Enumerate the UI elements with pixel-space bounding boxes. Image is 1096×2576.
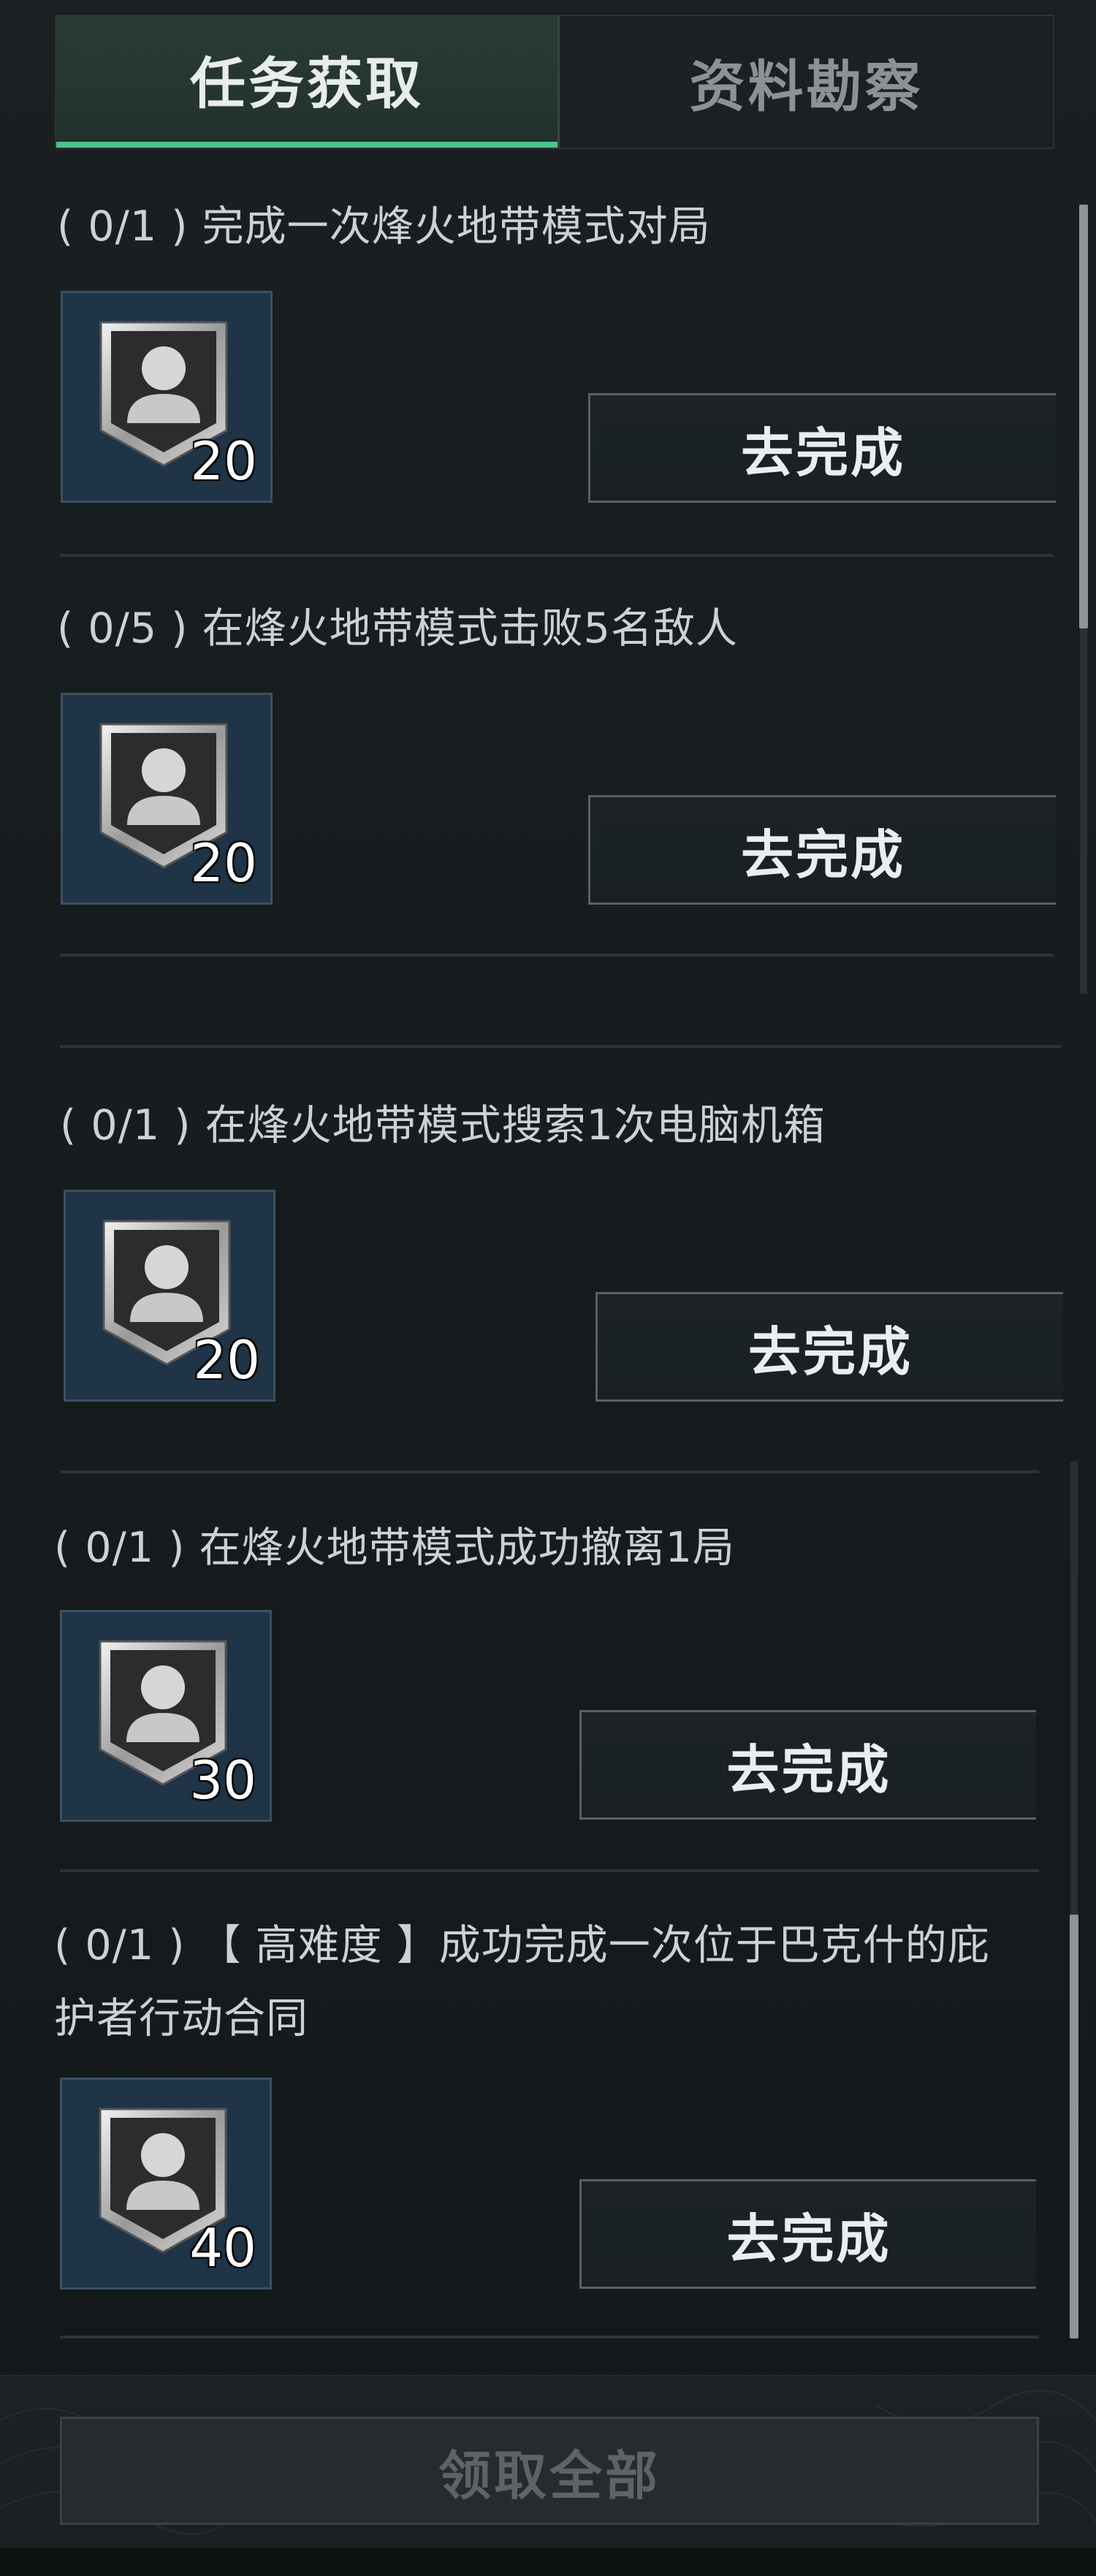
divider (60, 1045, 1061, 1048)
go-complete-button[interactable]: 去完成 (588, 393, 1056, 503)
go-complete-button[interactable]: 去完成 (579, 2179, 1036, 2289)
divider (60, 1470, 1039, 1473)
reward-item[interactable]: 40 (60, 2078, 272, 2290)
reward-item[interactable]: 20 (64, 1190, 275, 1402)
reward-count: 30 (189, 1749, 256, 1811)
reward-item[interactable]: 20 (61, 693, 273, 905)
reward-count: 20 (190, 430, 257, 492)
reward-count: 40 (189, 2217, 256, 2279)
scrollbar-thumb-lower[interactable] (1070, 1915, 1078, 2338)
tab-data-survey[interactable]: 资料勘察 (557, 16, 1053, 148)
reward-item[interactable]: 30 (60, 1610, 272, 1822)
tab-task-acquire[interactable]: 任务获取 (56, 16, 557, 148)
task-panel: 任务获取 资料勘察 ( 0/1 ) 完成一次烽火地带模式对局 20 去完成 (… (0, 0, 1096, 2576)
claim-all-button[interactable]: 领取全部 (60, 2417, 1039, 2525)
task-title: ( 0/5 ) 在烽火地带模式击败5名敌人 (57, 604, 738, 653)
go-complete-button[interactable]: 去完成 (579, 1710, 1036, 1820)
reward-count: 20 (193, 1329, 260, 1391)
divider (60, 954, 1054, 957)
bottom-strip (0, 2548, 1096, 2576)
task-title: ( 0/1 ) 【 高难度 】成功完成一次位于巴克什的庇护者行动合同 (54, 1921, 990, 2043)
task-title: ( 0/1 ) 完成一次烽火地带模式对局 (57, 202, 711, 251)
tab-bar: 任务获取 资料勘察 (55, 15, 1054, 149)
go-complete-button[interactable]: 去完成 (588, 795, 1056, 905)
footer: 领取全部 (0, 2375, 1096, 2576)
go-complete-button[interactable]: 去完成 (595, 1292, 1063, 1402)
task-title: ( 0/1 ) 在烽火地带模式搜索1次电脑机箱 (60, 1101, 826, 1150)
reward-count: 20 (190, 832, 257, 894)
reward-item[interactable]: 20 (61, 291, 273, 503)
scrollbar-thumb[interactable] (1079, 205, 1088, 628)
task-title: ( 0/1 ) 在烽火地带模式成功撤离1局 (54, 1524, 735, 1572)
divider (60, 1869, 1039, 1872)
divider (60, 554, 1054, 557)
divider (60, 2336, 1039, 2338)
